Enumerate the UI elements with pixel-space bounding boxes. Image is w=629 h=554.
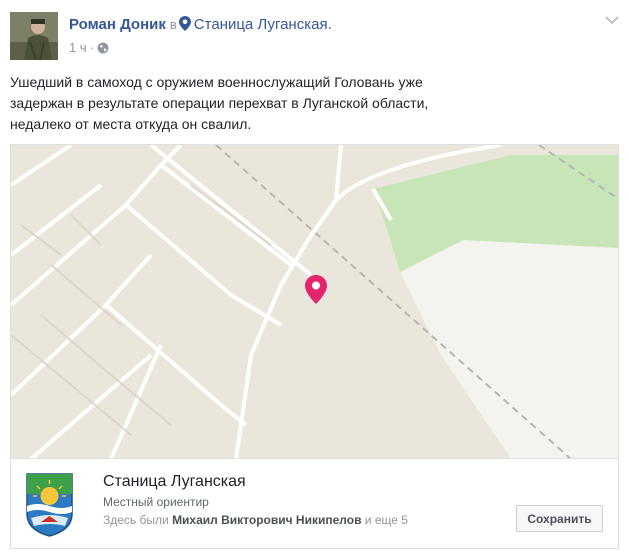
map[interactable]: [10, 144, 619, 458]
place-card[interactable]: Станица Луганская Местный ориентир Здесь…: [10, 458, 619, 549]
globe-icon[interactable]: [97, 42, 109, 57]
visits-suffix[interactable]: и еще 5: [365, 513, 408, 527]
post-meta: 1 ч ·: [69, 40, 109, 57]
place-card-title[interactable]: Станица Луганская: [103, 473, 246, 491]
post-text: Ушедший в самоход с оружием военнослужащ…: [10, 72, 490, 135]
location-pin-icon: [178, 16, 191, 35]
meta-dot: ·: [89, 40, 94, 55]
post: Роман Доник в Станица Луганская. 1 ч · Ушед…: [0, 0, 629, 554]
place-link[interactable]: Станица Луганская.: [194, 16, 332, 33]
visitor-name[interactable]: Михаил Викторович Никипелов: [172, 513, 361, 527]
crest-icon: [25, 472, 74, 538]
chevron-down-icon[interactable]: [604, 13, 620, 25]
visits-prefix: Здесь были: [103, 513, 169, 527]
place-card-subtitle: Местный ориентир: [103, 495, 209, 509]
author-line: Роман Доник в Станица Луганская.: [69, 16, 332, 35]
avatar[interactable]: [10, 12, 58, 60]
in-word: в: [169, 17, 177, 32]
author-name[interactable]: Роман Доник: [69, 16, 166, 33]
post-text-line: Ушедший в самоход с оружием военнослужащ…: [10, 74, 423, 90]
place-card-visits: Здесь были Михаил Викторович Никипелов и…: [103, 513, 408, 527]
post-text-line: недалеко от места откуда он свалил.: [10, 116, 252, 132]
post-text-line: задержан в результате операции перехват …: [10, 95, 429, 111]
post-time[interactable]: 1 ч: [69, 40, 87, 55]
save-button[interactable]: Сохранить: [516, 505, 603, 532]
